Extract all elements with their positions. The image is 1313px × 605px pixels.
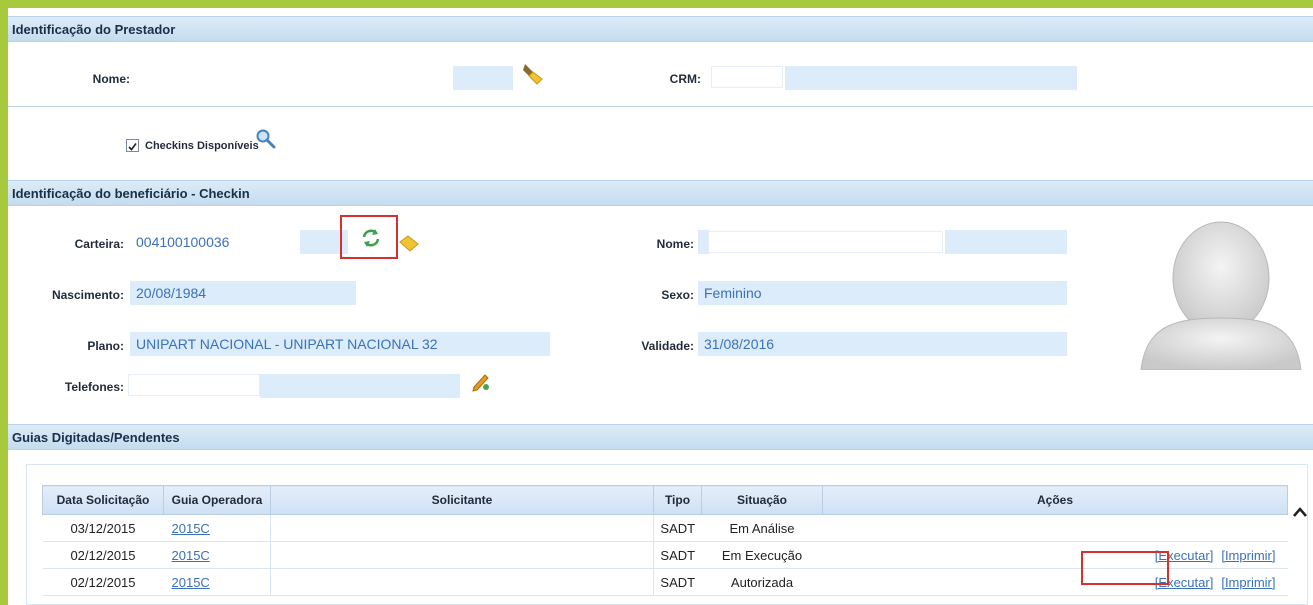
- cell-solicitante: [270, 568, 654, 596]
- section-header-prestador: Identificação do Prestador: [8, 16, 1313, 42]
- sexo-field[interactable]: Feminino: [698, 281, 1067, 305]
- imprimir-link[interactable]: [Imprimir]: [1221, 575, 1275, 590]
- cell-acoes: [Executar] [Imprimir]: [822, 568, 1288, 596]
- beneficiario-nome-field-b[interactable]: [945, 230, 1067, 254]
- col-solicitante[interactable]: Solicitante: [270, 485, 654, 515]
- cell-data: 03/12/2015: [42, 514, 164, 542]
- cell-situacao: Em Execução: [701, 541, 823, 569]
- col-situacao[interactable]: Situação: [701, 485, 823, 515]
- cell-situacao: Em Análise: [701, 514, 823, 542]
- cell-solicitante: [270, 514, 654, 542]
- validade-field[interactable]: 31/08/2016: [698, 332, 1067, 356]
- cell-tipo: SADT: [653, 568, 702, 596]
- section-header-beneficiario: Identificação do beneficiário - Checkin: [8, 180, 1313, 206]
- check-icon: [128, 143, 137, 151]
- cell-guia-link[interactable]: 2015C: [163, 568, 271, 596]
- carteira-label: Carteira:: [74, 237, 124, 251]
- table-row: 03/12/2015 2015C SADT Em Análise: [42, 514, 1288, 542]
- cell-acoes: [822, 514, 1288, 542]
- highlight-box-executar: [1081, 551, 1169, 585]
- sexo-label: Sexo:: [661, 288, 694, 302]
- nascimento-label: Nascimento:: [51, 288, 124, 302]
- col-data-solicitacao[interactable]: Data Solicitação: [42, 485, 164, 515]
- cell-solicitante: [270, 541, 654, 569]
- telefone-field[interactable]: [260, 374, 460, 398]
- crm-field[interactable]: [785, 66, 1077, 90]
- cell-data: 02/12/2015: [42, 541, 164, 569]
- prestador-nome-label: Nome:: [92, 72, 130, 86]
- telefone-field-white[interactable]: [128, 374, 260, 396]
- validade-label: Validade:: [641, 339, 694, 353]
- col-guia-operadora[interactable]: Guia Operadora: [163, 485, 271, 515]
- cell-acoes: [Executar] [Imprimir]: [822, 541, 1288, 569]
- col-tipo[interactable]: Tipo: [653, 485, 702, 515]
- checkins-label: Checkins Disponíveis: [145, 140, 259, 152]
- plano-field[interactable]: UNIPART NACIONAL - UNIPART NACIONAL 32: [130, 332, 550, 356]
- section-header-guias: Guias Digitadas/Pendentes: [8, 424, 1313, 450]
- crm-field-white[interactable]: [711, 66, 783, 88]
- divider: [8, 106, 1313, 107]
- edit-pencil-icon[interactable]: [470, 370, 492, 392]
- cell-guia-link[interactable]: 2015C: [163, 541, 271, 569]
- beneficiario-nome-label: Nome:: [656, 237, 694, 251]
- scroll-up-icon[interactable]: [1292, 506, 1308, 518]
- carteira-field[interactable]: 004100100036: [130, 230, 298, 254]
- table-header-row: Data Solicitação Guia Operadora Solicita…: [42, 485, 1288, 515]
- search-icon[interactable]: [255, 128, 277, 150]
- avatar-placeholder: [1140, 221, 1302, 370]
- cell-situacao: Autorizada: [701, 568, 823, 596]
- checkins-checkbox[interactable]: [126, 139, 139, 152]
- telefones-label: Telefones:: [64, 380, 124, 394]
- crm-label: CRM:: [669, 72, 701, 86]
- col-acoes[interactable]: Ações: [822, 485, 1288, 515]
- cell-guia-link[interactable]: 2015C: [163, 514, 271, 542]
- nascimento-field[interactable]: 20/08/1984: [130, 281, 356, 305]
- beneficiario-nome-field-white[interactable]: [708, 231, 943, 253]
- plano-label: Plano:: [87, 339, 124, 353]
- eraser-icon[interactable]: [398, 232, 420, 254]
- cell-tipo: SADT: [653, 541, 702, 569]
- imprimir-link[interactable]: [Imprimir]: [1221, 548, 1275, 563]
- refresh-icon[interactable]: [360, 227, 382, 249]
- prestador-nome-field[interactable]: [453, 66, 513, 90]
- app-frame: Identificação do Prestador Nome: CRM: Ch…: [8, 8, 1313, 605]
- cell-tipo: SADT: [653, 514, 702, 542]
- eraser-icon[interactable]: [520, 60, 546, 86]
- cell-data: 02/12/2015: [42, 568, 164, 596]
